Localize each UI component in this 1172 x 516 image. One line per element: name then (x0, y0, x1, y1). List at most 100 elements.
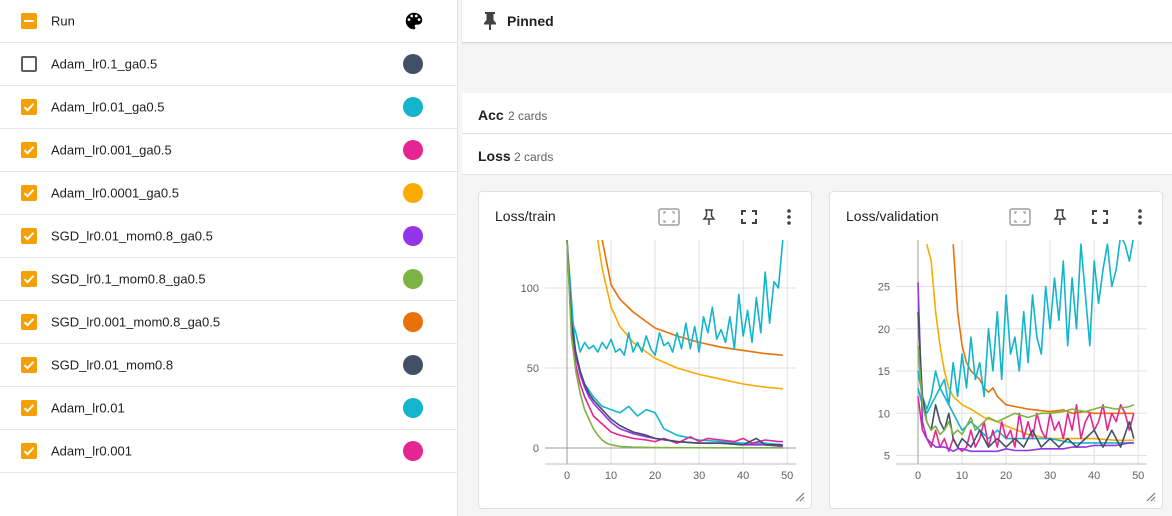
run-checkbox[interactable] (21, 443, 37, 459)
run-color-swatch[interactable] (403, 183, 423, 203)
run-row[interactable]: SGD_lr0.001_mom0.8_ga0.5 (0, 301, 458, 344)
run-name: Adam_lr0.1_ga0.5 (51, 56, 158, 72)
x-tick-label: 50 (781, 470, 793, 482)
y-tick-label: 5 (884, 451, 890, 463)
group-acc[interactable]: Acc 2 cards (462, 93, 1172, 134)
pin-card-button[interactable] (1048, 206, 1072, 228)
resize-handle-icon[interactable] (793, 490, 805, 502)
run-name: Adam_lr0.01 (51, 400, 125, 416)
run-name: Adam_lr0.001_ga0.5 (51, 142, 172, 158)
fit-domain-icon (658, 208, 680, 226)
palette-icon[interactable] (403, 10, 425, 32)
x-tick-label: 20 (1000, 470, 1012, 482)
group-count: 2 cards (508, 109, 548, 123)
runs-header-row: Run (0, 0, 458, 43)
x-tick-label: 10 (605, 470, 617, 482)
x-tick-label: 30 (1044, 470, 1056, 482)
run-checkbox[interactable] (21, 142, 37, 158)
series-group (917, 240, 1135, 453)
run-color-swatch[interactable] (403, 140, 423, 160)
run-name: SGD_lr0.1_mom0.8_ga0.5 (51, 271, 206, 287)
run-checkbox[interactable] (21, 314, 37, 330)
y-tick-label: 20 (878, 324, 890, 336)
pinned-label: Pinned (507, 13, 554, 29)
run-name: SGD_lr0.001_mom0.8_ga0.5 (51, 314, 221, 330)
run-name: Adam_lr0.001 (51, 443, 132, 459)
run-color-swatch[interactable] (403, 269, 423, 289)
more-vert-icon (787, 209, 791, 225)
more-options-button[interactable] (777, 206, 801, 228)
x-tick-label: 30 (693, 470, 705, 482)
x-tick-label: 40 (1088, 470, 1100, 482)
pinned-section: Pinned (462, 0, 1172, 43)
x-tick-label: 40 (737, 470, 749, 482)
select-all-checkbox[interactable] (21, 13, 37, 29)
fit-domain-button[interactable] (1008, 206, 1032, 228)
pin-icon (1053, 209, 1067, 225)
series-line (566, 240, 784, 356)
x-tick-label: 20 (649, 470, 661, 482)
x-tick-label: 50 (1132, 470, 1144, 482)
run-color-swatch[interactable] (403, 355, 423, 375)
resize-handle-icon[interactable] (1144, 490, 1156, 502)
run-row[interactable]: Adam_lr0.0001_ga0.5 (0, 172, 458, 215)
run-row[interactable]: SGD_lr0.01_mom0.8_ga0.5 (0, 215, 458, 258)
runs-panel: Run Adam_lr0.1_ga0.5 Adam_lr0.01_ga0.5 Ada… (0, 0, 458, 516)
run-row[interactable]: SGD_lr0.01_mom0.8 (0, 344, 458, 387)
group-title: Loss (478, 148, 511, 164)
fit-domain-icon (1009, 208, 1031, 226)
card-loss-train: 0 10 20 30 40 50 0 50 100 Loss/train (478, 191, 812, 509)
run-row[interactable]: Adam_lr0.001_ga0.5 (0, 129, 458, 172)
runs-header-label: Run (51, 13, 75, 29)
fullscreen-icon (1092, 210, 1108, 224)
fullscreen-button[interactable] (737, 206, 761, 228)
y-tick-label: 0 (533, 443, 539, 455)
y-tick-label: 25 (878, 281, 890, 293)
run-name: SGD_lr0.01_mom0.8_ga0.5 (51, 228, 213, 244)
run-checkbox[interactable] (21, 99, 37, 115)
x-tick-label: 0 (915, 470, 921, 482)
series-line (917, 240, 1134, 410)
run-color-swatch[interactable] (403, 226, 423, 246)
run-checkbox[interactable] (21, 357, 37, 373)
run-row[interactable]: Adam_lr0.01_ga0.5 (0, 86, 458, 129)
more-options-button[interactable] (1128, 206, 1152, 228)
fullscreen-icon (741, 210, 757, 224)
run-checkbox[interactable] (21, 400, 37, 416)
run-color-swatch[interactable] (403, 441, 423, 461)
y-tick-label: 10 (878, 408, 890, 420)
run-name: Adam_lr0.0001_ga0.5 (51, 185, 179, 201)
run-row[interactable]: Adam_lr0.01 (0, 387, 458, 430)
run-checkbox[interactable] (21, 56, 37, 72)
run-row[interactable]: Adam_lr0.1_ga0.5 (0, 43, 458, 86)
fullscreen-button[interactable] (1088, 206, 1112, 228)
run-row[interactable]: SGD_lr0.1_mom0.8_ga0.5 (0, 258, 458, 301)
run-checkbox[interactable] (21, 271, 37, 287)
x-tick-label: 10 (956, 470, 968, 482)
group-loss[interactable]: Loss 2 cards (462, 134, 1172, 175)
pin-card-button[interactable] (697, 206, 721, 228)
group-title: Acc (478, 107, 504, 123)
run-checkbox[interactable] (21, 228, 37, 244)
pin-icon (484, 12, 496, 30)
run-row[interactable]: Adam_lr0.001 (0, 430, 458, 473)
y-tick-label: 15 (878, 366, 890, 378)
fit-domain-button[interactable] (657, 206, 681, 228)
group-count: 2 cards (514, 150, 554, 164)
run-name: Adam_lr0.01_ga0.5 (51, 99, 165, 115)
chart-loss-train: 0 10 20 30 40 50 0 50 100 (521, 240, 796, 482)
series-group (566, 240, 784, 449)
card-title: Loss/train (495, 208, 556, 224)
run-name: SGD_lr0.01_mom0.8 (51, 357, 174, 373)
run-checkbox[interactable] (21, 185, 37, 201)
y-tick-label: 50 (527, 363, 539, 375)
run-color-swatch[interactable] (403, 97, 423, 117)
run-color-swatch[interactable] (403, 312, 423, 332)
chart-loss-validation: 0 10 20 30 40 50 5 10 15 20 25 (878, 240, 1147, 482)
x-tick-label: 0 (564, 470, 570, 482)
run-color-swatch[interactable] (403, 54, 423, 74)
pin-icon (702, 209, 716, 225)
y-tick-label: 100 (521, 283, 539, 295)
card-title: Loss/validation (846, 208, 939, 224)
run-color-swatch[interactable] (403, 398, 423, 418)
